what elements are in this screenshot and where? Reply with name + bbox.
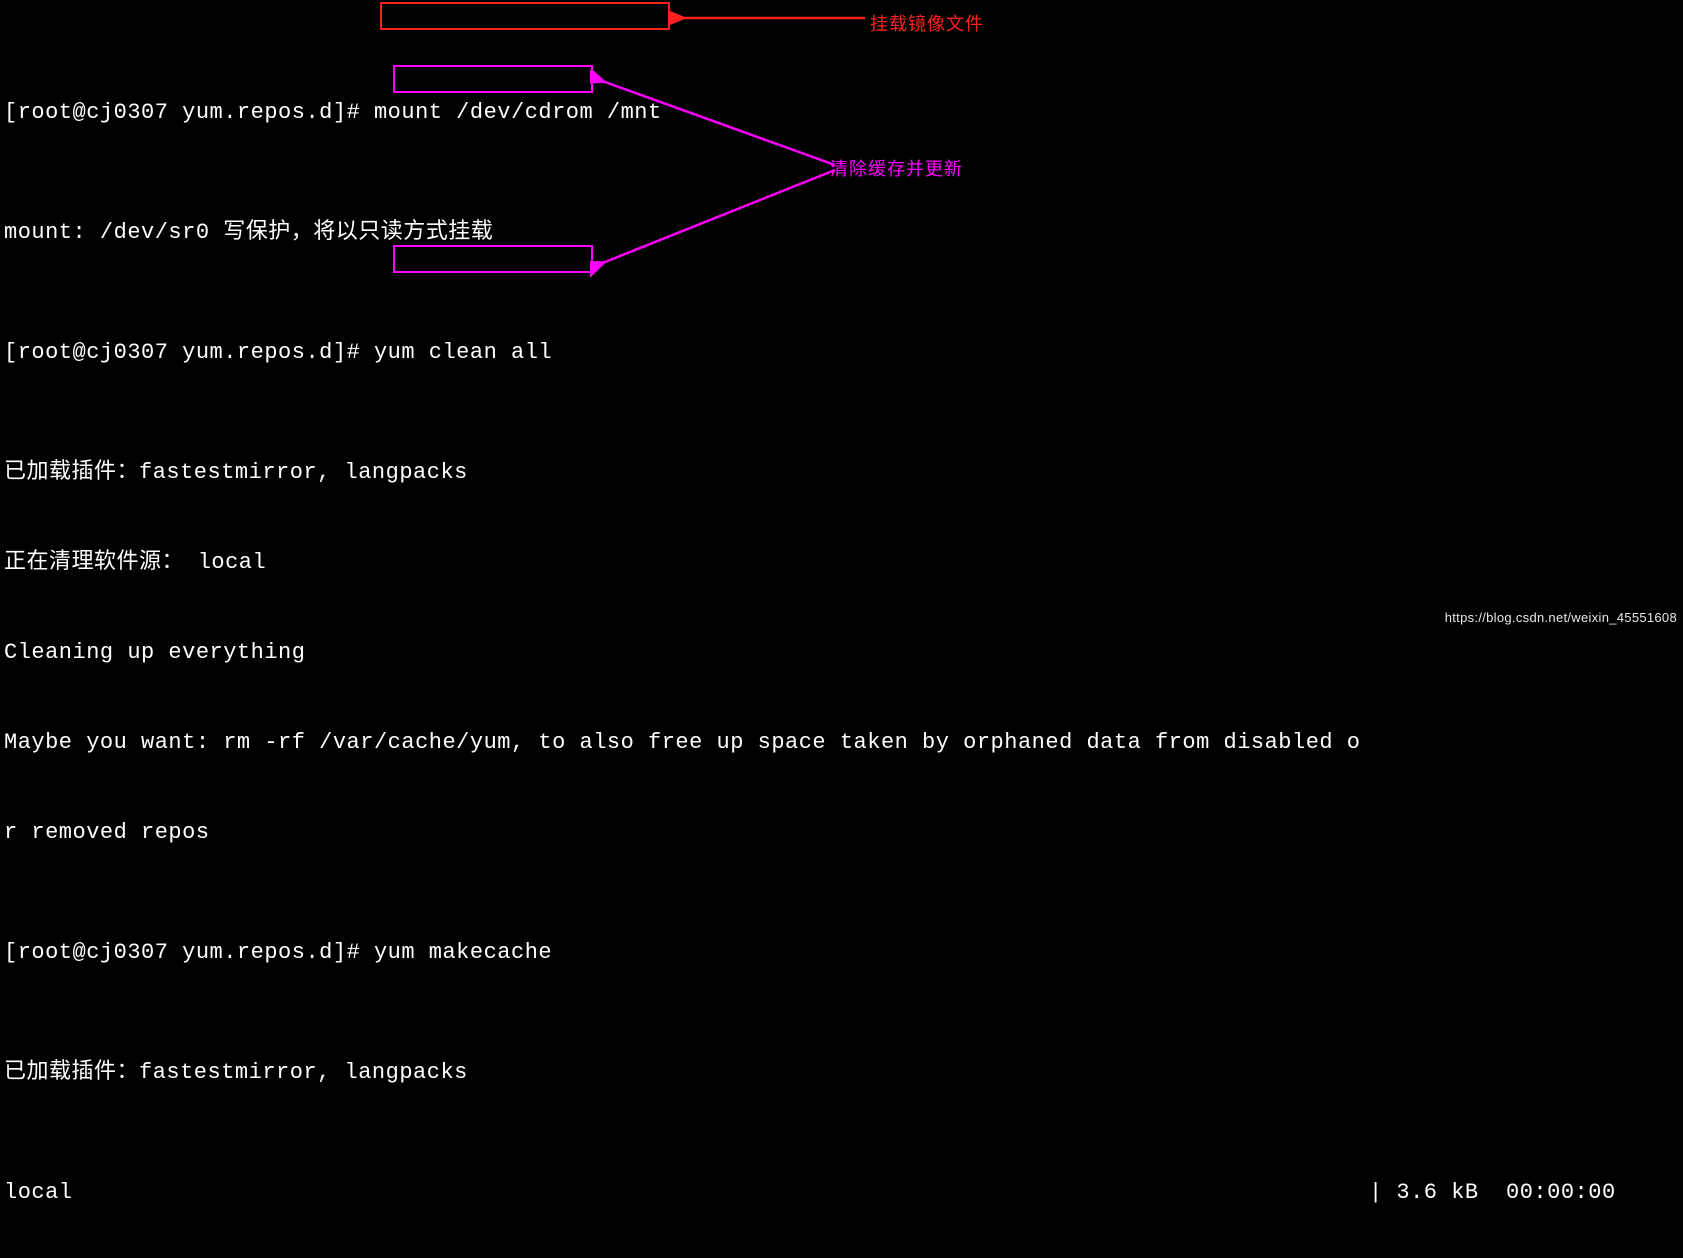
prompt: [root@cj0307 yum.repos.d] (4, 940, 347, 965)
line-maybe-want: Maybe you want: rm -rf /var/cache/yum, t… (4, 728, 1679, 758)
prompt-hash: # (347, 340, 361, 365)
line-mount-output: mount: /dev/sr0 写保护，将以只读方式挂载 (4, 218, 1679, 248)
prompt-hash: # (347, 100, 361, 125)
cmd-yum-makecache: yum makecache (360, 940, 552, 965)
prompt-hash: # (347, 940, 361, 965)
download-info: | 3.6 kB 00:00:00 (1369, 1178, 1679, 1208)
line-plugins-loaded-2: 已加载插件：fastestmirror, langpacks (4, 1058, 1679, 1088)
annotation-mount: 挂载镜像文件 (870, 10, 984, 36)
download-row: local | 3.6 kB 00:00:00 (4, 1178, 1679, 1208)
line-cmd-yum-makecache: [root@cj0307 yum.repos.d]# yum makecache (4, 938, 1679, 968)
line-cmd-yum-clean: [root@cj0307 yum.repos.d]# yum clean all (4, 338, 1679, 368)
download-name: local (4, 1178, 73, 1208)
line-cleaning-everything: Cleaning up everything (4, 638, 1679, 668)
line-plugins-loaded: 已加载插件：fastestmirror, langpacks (4, 458, 1679, 488)
line-cleaning-repos: 正在清理软件源： local (4, 548, 1679, 578)
watermark: https://blog.csdn.net/weixin_45551608 (1445, 610, 1677, 625)
annotation-clear-cache: 清除缓存并更新 (830, 155, 963, 181)
line-cmd-mount: [root@cj0307 yum.repos.d]# mount /dev/cd… (4, 98, 1679, 128)
terminal[interactable]: [root@cj0307 yum.repos.d]# mount /dev/cd… (0, 0, 1683, 1258)
cmd-mount: mount /dev/cdrom /mnt (360, 100, 661, 125)
cmd-yum-clean: yum clean all (360, 340, 552, 365)
prompt: [root@cj0307 yum.repos.d] (4, 100, 347, 125)
line-removed-repos: r removed repos (4, 818, 1679, 848)
prompt: [root@cj0307 yum.repos.d] (4, 340, 347, 365)
